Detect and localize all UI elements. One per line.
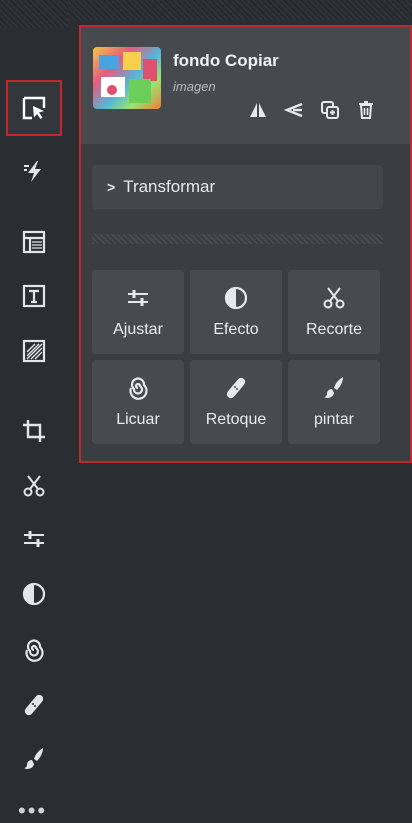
spiral-icon bbox=[25, 639, 44, 662]
scissors-icon bbox=[23, 475, 45, 497]
crop-icon bbox=[23, 420, 45, 442]
layer-name[interactable]: fondo Copiar bbox=[173, 51, 279, 71]
effect-button[interactable]: Efecto bbox=[190, 270, 282, 354]
main-top-stripe bbox=[68, 0, 412, 20]
effect-label: Efecto bbox=[213, 321, 259, 338]
text-tool-button[interactable] bbox=[6, 268, 62, 324]
effect-tool-button[interactable] bbox=[6, 566, 62, 622]
chevron-right-icon: > bbox=[107, 179, 116, 195]
adjust-button[interactable]: Ajustar bbox=[92, 270, 184, 354]
paint-label: pintar bbox=[313, 411, 355, 428]
contrast-icon bbox=[22, 582, 46, 606]
layer-actions bbox=[247, 99, 377, 121]
sliders-icon bbox=[24, 531, 44, 547]
cutout-label: Recorte bbox=[305, 321, 363, 338]
layer-header: fondo Copiar imagen bbox=[81, 27, 410, 144]
liquify-button[interactable]: Licuar bbox=[92, 360, 184, 444]
layer-thumbnail[interactable] bbox=[93, 47, 161, 109]
retouch-label: Retoque bbox=[205, 411, 267, 428]
cursor-select-icon bbox=[22, 96, 46, 120]
duplicate-icon bbox=[321, 101, 339, 119]
paint-tool-button[interactable] bbox=[6, 731, 62, 787]
scissors-icon bbox=[323, 287, 345, 309]
lightning-icon bbox=[24, 161, 41, 182]
contrast-icon bbox=[224, 286, 248, 310]
retouch-button[interactable]: Retoque bbox=[190, 360, 282, 444]
sliders-icon bbox=[128, 290, 148, 306]
crop-tool-button[interactable] bbox=[6, 403, 62, 459]
tools-grid: Ajustar Efecto Recorte Licuar Retoque pi… bbox=[92, 270, 384, 444]
flip-button[interactable] bbox=[247, 99, 269, 121]
section-divider bbox=[92, 234, 383, 244]
adjust-label: Ajustar bbox=[113, 321, 163, 338]
liquify-label: Licuar bbox=[116, 411, 160, 428]
cutout-button[interactable]: Recorte bbox=[288, 270, 380, 354]
sidebar-top-stripe bbox=[0, 0, 68, 28]
cutout-tool-button[interactable] bbox=[6, 458, 62, 514]
texture-tool-button[interactable] bbox=[6, 323, 62, 379]
select-tool-button[interactable] bbox=[6, 80, 62, 136]
brush-icon bbox=[24, 748, 43, 769]
templates-tool-button[interactable] bbox=[6, 214, 62, 270]
flip-icon bbox=[250, 103, 266, 117]
layer-type: imagen bbox=[173, 79, 216, 94]
duplicate-button[interactable] bbox=[319, 99, 341, 121]
retouch-tool-button[interactable] bbox=[6, 677, 62, 733]
layout-icon bbox=[22, 230, 46, 254]
tool-sidebar: ••• bbox=[0, 0, 69, 823]
layer-properties-panel: fondo Copiar imagen > Transformar Ajusta… bbox=[79, 25, 412, 463]
liquify-tool-button[interactable] bbox=[6, 622, 62, 678]
delete-button[interactable] bbox=[355, 99, 377, 121]
more-tools-button[interactable]: ••• bbox=[18, 800, 47, 822]
text-box-icon bbox=[22, 284, 46, 308]
bandage-icon bbox=[24, 694, 44, 716]
spiral-icon bbox=[129, 377, 148, 400]
align-button[interactable] bbox=[283, 99, 305, 121]
adjust-tool-button[interactable] bbox=[6, 511, 62, 567]
trash-icon bbox=[359, 101, 373, 119]
texture-icon bbox=[22, 339, 46, 363]
brush-icon bbox=[324, 377, 343, 398]
transform-section-toggle[interactable]: > Transformar bbox=[92, 165, 383, 209]
transform-label: Transformar bbox=[123, 177, 216, 196]
paint-button[interactable]: pintar bbox=[288, 360, 380, 444]
quick-actions-tool-button[interactable] bbox=[6, 143, 62, 199]
align-icon bbox=[284, 102, 303, 118]
bandage-icon bbox=[226, 377, 246, 399]
